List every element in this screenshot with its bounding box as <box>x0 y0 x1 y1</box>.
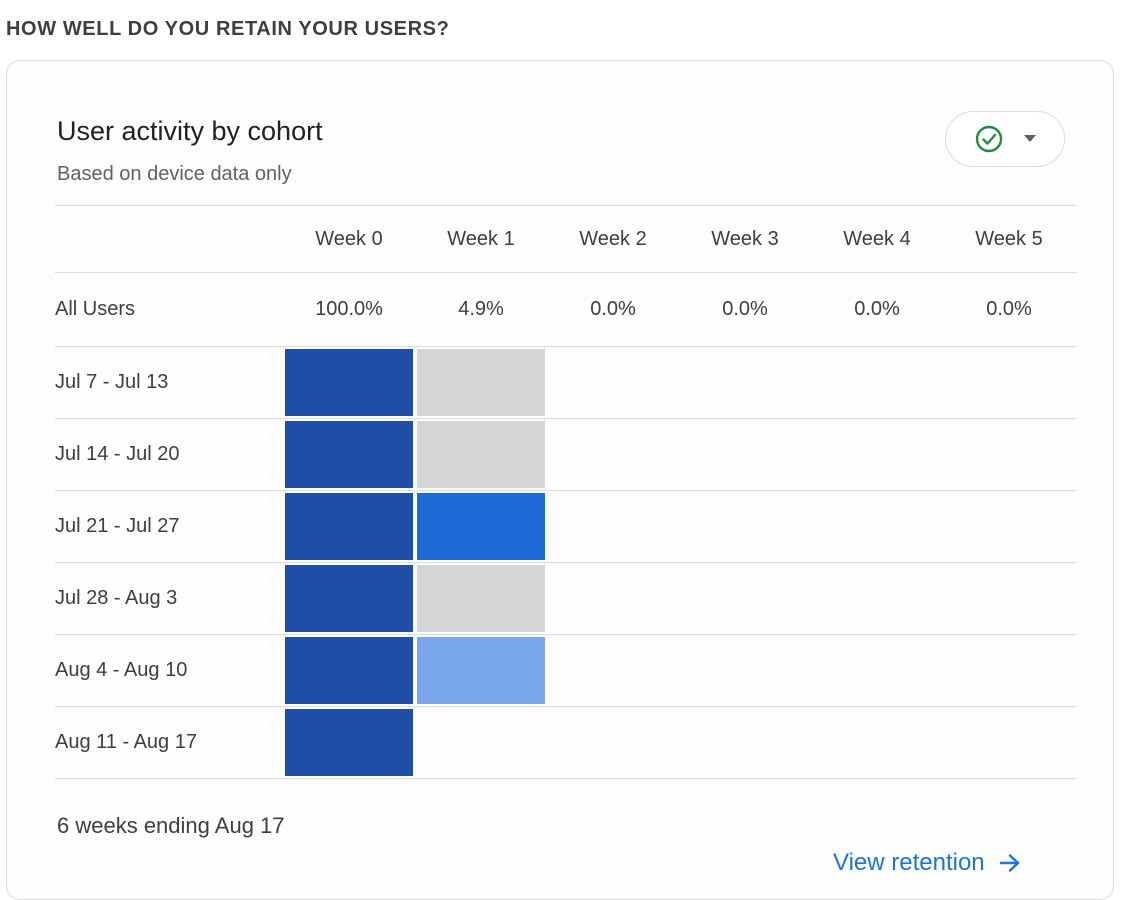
cohort-cell[interactable] <box>943 491 1075 562</box>
week-header: Week 0 <box>315 227 383 250</box>
cohort-cell[interactable] <box>283 563 415 634</box>
cohort-label: Jul 21 - Jul 27 <box>55 515 180 537</box>
cohort-cell[interactable] <box>415 347 547 418</box>
cohort-cell-fill <box>417 421 545 488</box>
cohort-cell[interactable] <box>415 491 547 562</box>
card-subtitle: Based on device data only <box>57 163 292 185</box>
cohort-row: Jul 7 - Jul 13 <box>55 347 1077 419</box>
table-header-row: Week 0 Week 1 Week 2 Week 3 Week 4 Week … <box>55 205 1077 273</box>
cohort-cell-fill <box>417 565 545 632</box>
week-header: Week 2 <box>579 227 647 250</box>
cohort-row: Jul 21 - Jul 27 <box>55 491 1077 563</box>
cohort-cell-fill <box>417 493 545 560</box>
check-circle-icon <box>975 125 1003 153</box>
summary-value: 100.0% <box>315 298 383 320</box>
cohort-cell[interactable] <box>283 419 415 490</box>
date-range-footer: 6 weeks ending Aug 17 <box>57 813 285 838</box>
cohort-cell[interactable] <box>415 635 547 706</box>
cohort-cell[interactable] <box>415 563 547 634</box>
comparison-dropdown-button[interactable] <box>945 111 1065 167</box>
cohort-cell[interactable] <box>811 347 943 418</box>
caret-down-icon <box>1024 135 1036 142</box>
cohort-cell[interactable] <box>679 491 811 562</box>
cohort-cell[interactable] <box>547 635 679 706</box>
cohort-cell[interactable] <box>679 563 811 634</box>
cohort-cell[interactable] <box>283 347 415 418</box>
view-retention-label: View retention <box>833 849 985 876</box>
week-header: Week 4 <box>843 227 911 250</box>
cohort-cell[interactable] <box>943 419 1075 490</box>
cohort-label: Aug 11 - Aug 17 <box>55 731 197 753</box>
cohort-row: Aug 4 - Aug 10 <box>55 635 1077 707</box>
week-header: Week 5 <box>975 227 1043 250</box>
cohort-cell[interactable] <box>943 707 1075 778</box>
cohort-cell[interactable] <box>547 419 679 490</box>
card-title: User activity by cohort <box>57 116 323 146</box>
cohort-cell[interactable] <box>943 347 1075 418</box>
all-users-row: All Users 100.0% 4.9% 0.0% 0.0% 0.0% 0.0… <box>55 273 1077 347</box>
cohort-cell[interactable] <box>547 491 679 562</box>
summary-value: 0.0% <box>854 298 900 320</box>
cohort-cell[interactable] <box>547 347 679 418</box>
all-users-label: All Users <box>55 298 136 320</box>
cohort-cell[interactable] <box>943 563 1075 634</box>
week-header: Week 1 <box>447 227 515 250</box>
cohort-cell[interactable] <box>415 707 547 778</box>
section-heading: HOW WELL DO YOU RETAIN YOUR USERS? <box>6 18 450 40</box>
cohort-cell-fill <box>285 565 413 632</box>
cohort-cell[interactable] <box>283 707 415 778</box>
cohort-cell[interactable] <box>811 563 943 634</box>
cohort-row: Jul 14 - Jul 20 <box>55 419 1077 491</box>
cohort-cell[interactable] <box>679 419 811 490</box>
cohort-cell-fill <box>417 637 545 704</box>
cohort-cell-fill <box>285 421 413 488</box>
cohort-row: Jul 28 - Aug 3 <box>55 563 1077 635</box>
cohort-cell-fill <box>417 349 545 416</box>
week-header: Week 3 <box>711 227 779 250</box>
cohort-cell[interactable] <box>547 563 679 634</box>
cohort-cell[interactable] <box>811 635 943 706</box>
cohort-label: Jul 28 - Aug 3 <box>55 587 178 609</box>
summary-value: 0.0% <box>590 298 636 320</box>
cohort-cell[interactable] <box>811 707 943 778</box>
cohort-label: Aug 4 - Aug 10 <box>55 659 188 681</box>
cohort-rows: Jul 7 - Jul 13 Jul 14 - Jul 20 Jul 21 - Ju… <box>55 347 1077 779</box>
cohort-cell[interactable] <box>811 419 943 490</box>
cohort-card: User activity by cohort Based on device … <box>6 60 1114 900</box>
cohort-cell[interactable] <box>811 491 943 562</box>
summary-value: 0.0% <box>722 298 768 320</box>
cohort-cell[interactable] <box>679 347 811 418</box>
cohort-cell[interactable] <box>415 419 547 490</box>
summary-value: 4.9% <box>458 298 504 320</box>
cohort-label: Jul 14 - Jul 20 <box>55 443 180 465</box>
view-retention-link[interactable]: View retention <box>833 849 1021 877</box>
cohort-cell-fill <box>285 637 413 704</box>
cohort-cell-fill <box>285 349 413 416</box>
cohort-cell[interactable] <box>283 491 415 562</box>
cohort-cell[interactable] <box>943 635 1075 706</box>
cohort-cell[interactable] <box>679 635 811 706</box>
cohort-table: Week 0 Week 1 Week 2 Week 3 Week 4 Week … <box>55 205 1077 779</box>
cohort-label: Jul 7 - Jul 13 <box>55 371 169 393</box>
cohort-cell[interactable] <box>283 635 415 706</box>
cohort-row: Aug 11 - Aug 17 <box>55 707 1077 779</box>
cohort-cell-fill <box>285 493 413 560</box>
cohort-cell[interactable] <box>679 707 811 778</box>
summary-value: 0.0% <box>986 298 1032 320</box>
cohort-cell[interactable] <box>547 707 679 778</box>
cohort-cell-fill <box>285 709 413 776</box>
arrow-right-icon <box>999 854 1019 872</box>
